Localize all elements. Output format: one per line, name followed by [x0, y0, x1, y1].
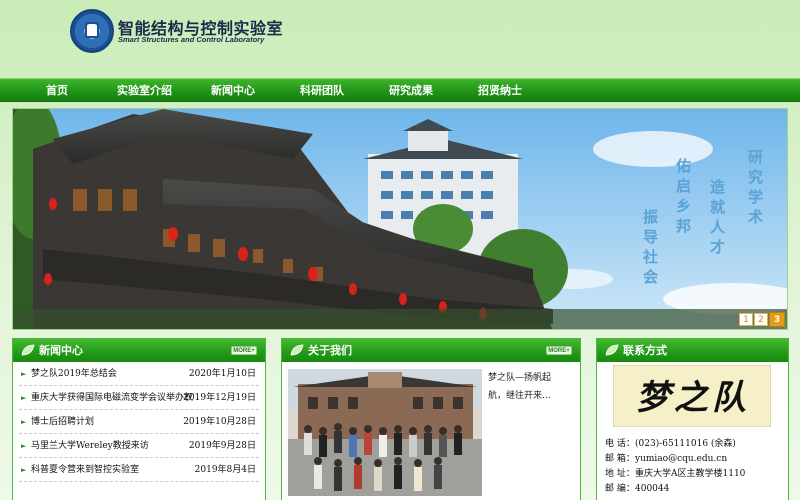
phone-label: 电 话： — [605, 439, 635, 449]
main-nav: 首页 实验室介绍 新闻中心 科研团队 研究成果 招贤纳士 — [0, 78, 800, 102]
slide-button-1[interactable]: 1 — [739, 313, 753, 326]
banner-slogan-2: 造就人才 — [710, 178, 726, 256]
news-item[interactable]: ► 博士后招聘计划 2019年10月28日 — [19, 410, 259, 434]
email-value[interactable]: yumiao@cqu.edu.cn — [635, 454, 727, 464]
leaf-icon — [290, 344, 304, 356]
contact-email-row: 邮 箱：yumiao@cqu.edu.cn — [605, 452, 745, 467]
banner-slogan-4: 振导社会 — [643, 208, 659, 286]
university-logo-icon[interactable] — [70, 9, 114, 53]
banner-slogan-1: 研究学术 — [748, 148, 764, 226]
news-item-title[interactable]: 科普夏令营来到智控实验室 — [31, 458, 211, 482]
team-logo-text: 梦之队 — [636, 378, 750, 418]
contact-postcode-row: 邮 编：400044 — [605, 482, 745, 497]
team-calligraphy-logo: 梦之队 — [613, 365, 771, 427]
postcode-label: 邮 编： — [605, 484, 635, 494]
about-more-button[interactable]: MORE+ — [546, 346, 572, 355]
contact-address-row: 地 址：重庆大学A区主教学楼1110 — [605, 467, 745, 482]
news-item-title[interactable]: 马里兰大学Wereley教授来访 — [31, 434, 211, 458]
banner-image — [13, 109, 787, 329]
leaf-icon — [21, 344, 35, 356]
nav-news[interactable]: 新闻中心 — [211, 79, 255, 103]
phone-value: (023)-65111016 (余森) — [635, 439, 736, 449]
bullet-icon: ► — [21, 442, 27, 450]
news-item[interactable]: ► 马里兰大学Wereley教授来访 2019年9月28日 — [19, 434, 259, 458]
slide-button-3-active[interactable]: 3 — [769, 312, 785, 327]
news-item[interactable]: ► 重庆大学获得国际电磁流变学会议举办权 2019年12月19日 — [19, 386, 259, 410]
news-panel: 新闻中心 MORE+ ► 梦之队2019年总结会 2020年1月10日 ► 重庆… — [12, 338, 266, 500]
news-item-date: 2019年12月19日 — [183, 393, 256, 403]
news-item-date: 2019年10月28日 — [183, 417, 256, 427]
nav-research[interactable]: 研究成果 — [389, 79, 433, 103]
contact-info: 电 话：(023)-65111016 (余森) 邮 箱：yumiao@cqu.e… — [605, 437, 745, 497]
nav-recruit[interactable]: 招贤纳士 — [478, 79, 522, 103]
news-item-date: 2019年9月28日 — [188, 441, 256, 451]
news-item-date: 2020年1月10日 — [188, 369, 256, 379]
email-label: 邮 箱： — [605, 454, 635, 464]
banner-slogan-3: 佑启乡邦 — [676, 157, 692, 235]
news-panel-title: 新闻中心 — [39, 344, 83, 357]
slide-button-2[interactable]: 2 — [754, 313, 768, 326]
about-panel-header: 关于我们 MORE+ — [282, 339, 580, 362]
news-list: ► 梦之队2019年总结会 2020年1月10日 ► 重庆大学获得国际电磁流变学… — [13, 362, 265, 482]
bullet-icon: ► — [21, 394, 27, 402]
bullet-icon: ► — [21, 370, 27, 378]
contact-phone-row: 电 话：(023)-65111016 (余森) — [605, 437, 745, 452]
logo-emblem — [85, 22, 99, 38]
banner-slideshow[interactable]: 研究学术 造就人才 佑启乡邦 振导社会 — [12, 108, 788, 330]
address-label: 地 址： — [605, 469, 635, 479]
news-item[interactable]: ► 科普夏令营来到智控实验室 2019年8月4日 — [19, 458, 259, 482]
news-item-date: 2019年8月4日 — [194, 465, 256, 475]
contact-panel-title: 联系方式 — [623, 344, 667, 357]
news-item-title[interactable]: 梦之队2019年总结会 — [31, 362, 211, 386]
contact-panel: 联系方式 梦之队 电 话：(023)-65111016 (余森) 邮 箱：yum… — [596, 338, 789, 500]
site-subtitle: Smart Structures and Control Laboratory — [118, 35, 265, 44]
address-value: 重庆大学A区主教学楼1110 — [635, 469, 746, 479]
about-panel: 关于我们 MORE+ 梦之队—扬帆起航，继往开来... — [281, 338, 581, 500]
team-photo[interactable] — [288, 369, 482, 496]
bullet-icon: ► — [21, 418, 27, 426]
nav-lab-intro[interactable]: 实验室介绍 — [117, 79, 172, 103]
site-header: 智能结构与控制实验室 Smart Structures and Control … — [0, 0, 800, 78]
team-photo-image — [288, 369, 482, 496]
nav-home[interactable]: 首页 — [46, 79, 68, 103]
contact-panel-header: 联系方式 — [597, 339, 788, 362]
about-text: 梦之队—扬帆起航，继往开来... — [488, 373, 552, 401]
news-panel-header: 新闻中心 MORE+ — [13, 339, 265, 362]
bullet-icon: ► — [21, 466, 27, 474]
about-panel-title: 关于我们 — [308, 344, 352, 357]
news-more-button[interactable]: MORE+ — [231, 346, 257, 355]
news-item[interactable]: ► 梦之队2019年总结会 2020年1月10日 — [19, 362, 259, 386]
postcode-value: 400044 — [635, 484, 670, 494]
nav-team[interactable]: 科研团队 — [300, 79, 344, 103]
leaf-icon — [605, 344, 619, 356]
